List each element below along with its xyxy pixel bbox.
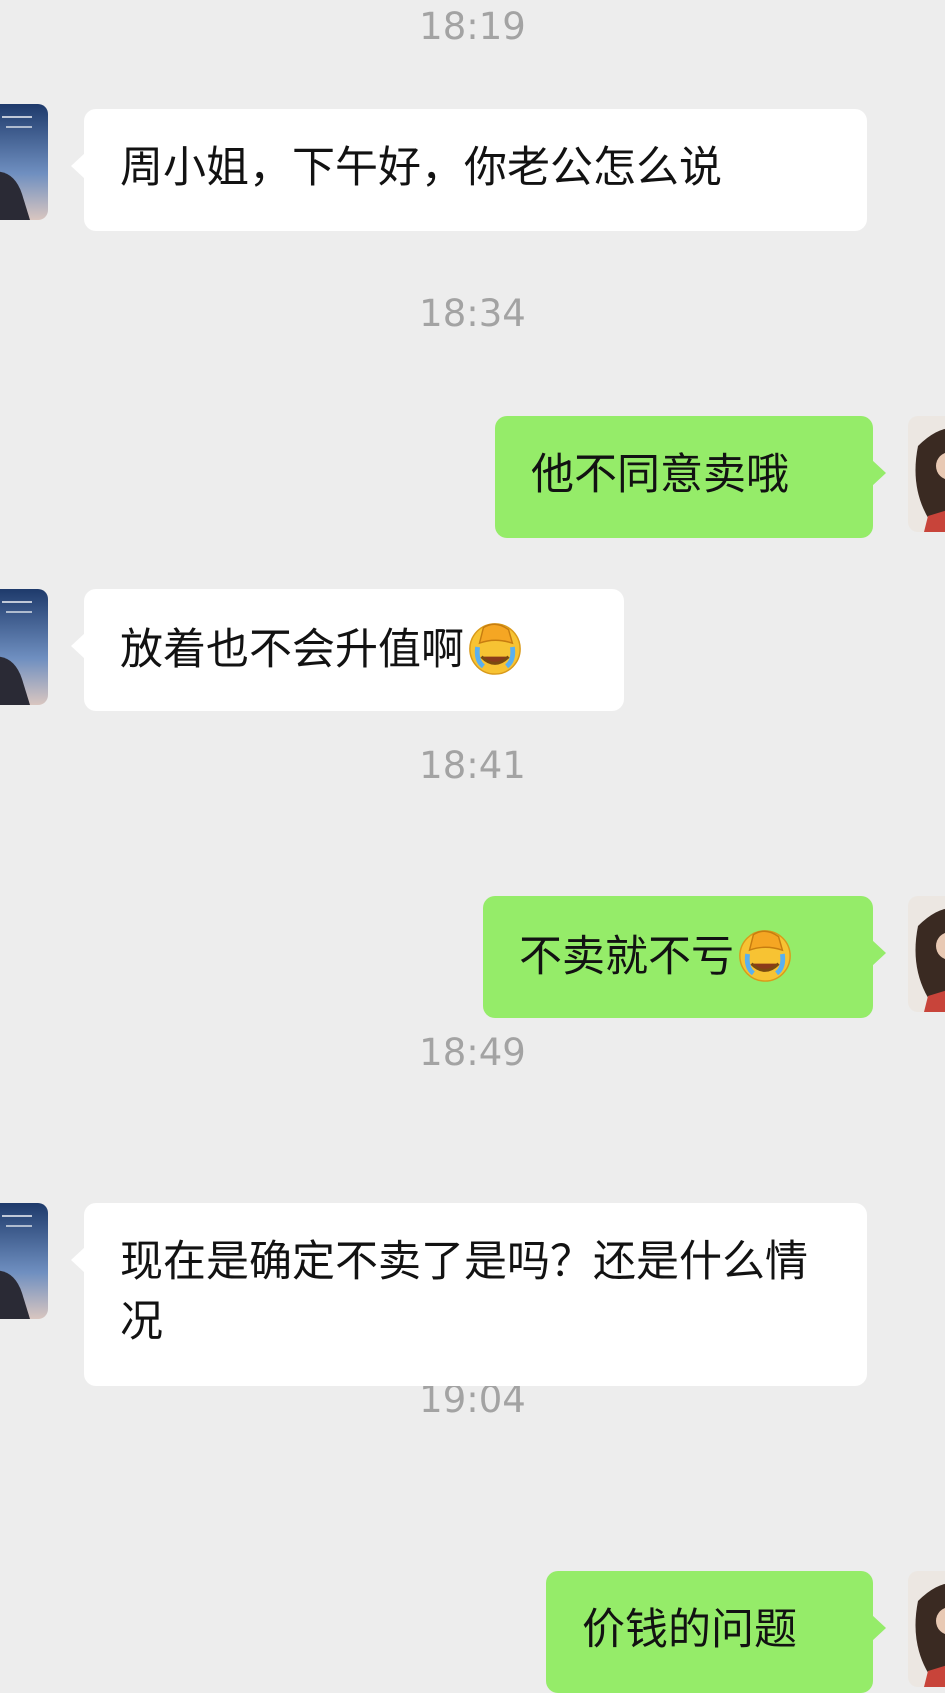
timestamp: 18:34 [419,292,526,335]
face-palm-crying-emoji [466,618,524,676]
contact-avatar[interactable] [0,104,48,220]
face-palm-crying-emoji [736,925,794,983]
contact-avatar[interactable] [0,1203,48,1319]
message-text: 他不同意卖哦 [531,450,789,500]
timestamp: 18:19 [419,5,526,48]
message-bubble-outgoing[interactable]: 不卖就不亏 [483,896,886,1018]
message-text: 周小姐，下午好，你老公怎么说 [120,143,722,193]
message-bubble-outgoing[interactable]: 他不同意卖哦 [495,416,886,538]
message-bubble-incoming[interactable]: 周小姐，下午好，你老公怎么说 [71,109,867,231]
self-avatar[interactable] [908,896,945,1012]
message-text: 放着也不会升值啊 [120,625,464,675]
message-text: 现在是确定不卖了是吗？还是什么情况 [120,1237,808,1347]
self-avatar[interactable] [908,416,945,532]
timestamp: 18:41 [419,744,526,787]
contact-avatar[interactable] [0,589,48,705]
message-bubble-incoming[interactable]: 现在是确定不卖了是吗？还是什么情况 [71,1203,867,1386]
message-text: 价钱的问题 [582,1605,797,1655]
message-bubble-outgoing[interactable]: 价钱的问题 [546,1571,886,1693]
message-text: 不卖就不亏 [519,932,734,982]
timestamp: 18:49 [419,1031,526,1074]
self-avatar[interactable] [908,1571,945,1687]
message-bubble-incoming[interactable]: 放着也不会升值啊 [71,589,624,711]
